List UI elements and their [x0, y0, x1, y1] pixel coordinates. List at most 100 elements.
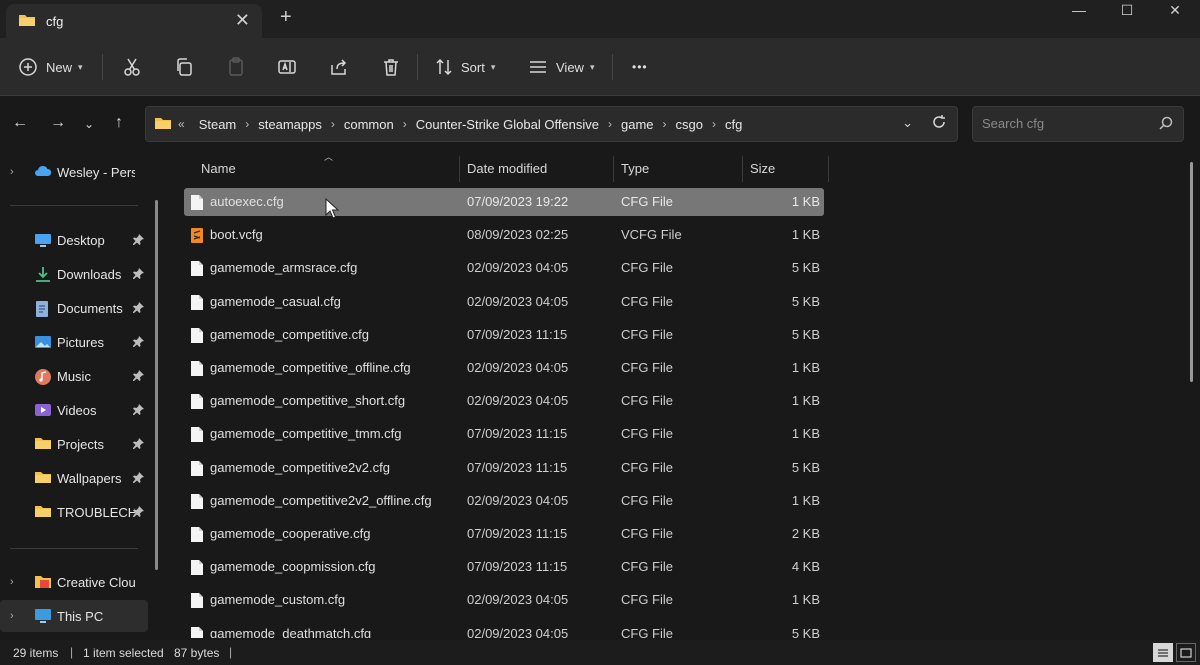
file-row[interactable]: gamemode_competitive.cfg 07/09/2023 11:15…: [184, 321, 824, 349]
sidebar-item-desktop[interactable]: Desktop: [0, 224, 148, 256]
breadcrumb-item[interactable]: Steam: [199, 117, 237, 132]
file-row[interactable]: gamemode_cooperative.cfg 07/09/2023 11:15…: [184, 520, 824, 548]
file-row[interactable]: gamemode_coopmission.cfg 07/09/2023 11:15…: [184, 553, 824, 581]
file-row[interactable]: autoexec.cfg 07/09/2023 19:22 CFG File 1 KB: [184, 188, 824, 216]
sidebar-item-creative-cloud-f[interactable]: › Creative Cloud F: [0, 566, 148, 598]
breadcrumb-chevron-icon[interactable]: ›: [663, 117, 667, 131]
column-divider[interactable]: [459, 156, 460, 182]
cut-button[interactable]: [122, 38, 142, 96]
sidebar-item-projects[interactable]: Projects: [0, 428, 148, 460]
mouse-cursor-icon: [325, 197, 341, 223]
recent-locations-chevron-icon[interactable]: ⌄: [84, 117, 94, 131]
expand-chevron-icon[interactable]: ›: [10, 166, 14, 178]
breadcrumb-item[interactable]: cfg: [725, 117, 742, 132]
breadcrumb-item[interactable]: csgo: [676, 117, 703, 132]
file-row[interactable]: gamemode_deathmatch.cfg 02/09/2023 04:05 C…: [184, 620, 824, 638]
close-tab-icon[interactable]: ✕: [235, 10, 250, 31]
file-icon: [190, 460, 204, 480]
file-name: gamemode_casual.cfg: [210, 293, 341, 309]
breadcrumb-chevron-icon[interactable]: ›: [712, 117, 716, 131]
sidebar-scrollbar[interactable]: [155, 200, 158, 570]
rename-button[interactable]: [277, 38, 297, 96]
pin-icon: [133, 404, 144, 418]
search-box[interactable]: [972, 106, 1184, 142]
column-divider[interactable]: [613, 156, 614, 182]
maximize-button[interactable]: ☐: [1104, 0, 1150, 24]
file-row[interactable]: gamemode_armsrace.cfg 02/09/2023 04:05 CFG…: [184, 254, 824, 282]
file-row[interactable]: gamemode_competitive2v2.cfg 07/09/2023 11…: [184, 454, 824, 482]
sidebar-item-wallpapers[interactable]: Wallpapers: [0, 462, 148, 494]
breadcrumb-chevron-icon[interactable]: ›: [608, 117, 612, 131]
file-name: gamemode_competitive_short.cfg: [210, 393, 406, 409]
breadcrumb-item[interactable]: game: [621, 117, 654, 132]
refresh-button[interactable]: [931, 114, 947, 133]
column-header-size[interactable]: Size: [750, 152, 775, 184]
more-options-button[interactable]: •••: [632, 38, 648, 96]
sidebar-item-label: This PC: [57, 609, 104, 624]
picture-icon: [34, 334, 52, 353]
folder-icon: [34, 436, 52, 453]
delete-button[interactable]: [381, 38, 401, 96]
file-size: 1 KB: [791, 227, 820, 243]
file-type: CFG File: [621, 194, 673, 209]
breadcrumb-chevron-icon[interactable]: ›: [245, 117, 249, 131]
file-row[interactable]: boot.vcfg 08/09/2023 02:25 VCFG File 1 KB: [184, 221, 824, 249]
back-button[interactable]: ←: [12, 114, 28, 132]
sidebar-item-videos[interactable]: Videos: [0, 394, 148, 426]
sort-icon: [436, 58, 452, 76]
breadcrumb-item[interactable]: steamapps: [258, 117, 322, 132]
column-divider[interactable]: [828, 156, 829, 182]
breadcrumb-item[interactable]: Counter-Strike Global Offensive: [416, 117, 599, 132]
copy-button[interactable]: [174, 38, 194, 96]
file-list-scrollbar[interactable]: [1190, 162, 1193, 382]
file-row[interactable]: gamemode_competitive_offline.cfg 02/09/20…: [184, 354, 824, 382]
expand-chevron-icon[interactable]: ›: [10, 576, 14, 588]
close-window-button[interactable]: ✕: [1152, 0, 1198, 24]
paste-button[interactable]: [226, 38, 246, 96]
forward-button[interactable]: →: [50, 114, 66, 132]
new-button[interactable]: New ▾: [18, 38, 83, 96]
music-icon: [34, 368, 52, 389]
file-name: boot.vcfg: [210, 227, 263, 243]
file-type: CFG File: [621, 559, 673, 575]
column-header-type[interactable]: Type: [621, 152, 649, 184]
minimize-button[interactable]: —: [1056, 0, 1102, 24]
file-date: 07/09/2023 11:15: [467, 559, 568, 575]
file-row[interactable]: gamemode_competitive2v2_offline.cfg 02/09…: [184, 487, 824, 515]
details-view-button[interactable]: [1153, 643, 1173, 662]
breadcrumb-overflow[interactable]: «: [178, 117, 185, 131]
column-header-name[interactable]: Name: [201, 152, 236, 184]
column-header-date[interactable]: Date modified: [467, 152, 547, 184]
file-row[interactable]: gamemode_competitive_short.cfg 02/09/2023…: [184, 387, 824, 415]
view-button[interactable]: View ▾: [528, 38, 594, 96]
sidebar-item-this-pc[interactable]: › This PC: [0, 600, 148, 632]
address-bar[interactable]: « Steam › steamapps › common › Counter-Strike …: [145, 106, 958, 142]
file-row[interactable]: gamemode_casual.cfg 02/09/2023 04:05 CFG F…: [184, 288, 824, 316]
sort-button[interactable]: Sort ▾: [434, 38, 495, 96]
sidebar-item-troublechu[interactable]: TROUBLECHU: [0, 496, 148, 528]
sidebar-item-pictures[interactable]: Pictures: [0, 326, 148, 358]
file-name: gamemode_competitive_offline.cfg: [210, 360, 411, 375]
title-bar: cfg ✕ + — ☐ ✕: [0, 0, 1200, 38]
share-button[interactable]: [329, 38, 349, 96]
sidebar-item-wesley-person[interactable]: › Wesley - Person: [0, 156, 148, 188]
up-button[interactable]: ↑: [115, 114, 123, 132]
sidebar-item-downloads[interactable]: Downloads: [0, 258, 148, 290]
breadcrumb-chevron-icon[interactable]: ›: [403, 117, 407, 131]
address-dropdown-chevron-icon[interactable]: ⌄: [902, 115, 913, 131]
sidebar-item-documents[interactable]: Documents: [0, 292, 148, 324]
breadcrumb-chevron-icon[interactable]: ›: [331, 117, 335, 131]
sort-label: Sort: [461, 59, 485, 75]
tab-cfg[interactable]: cfg ✕: [6, 4, 262, 38]
tiles-view-button[interactable]: [1176, 643, 1196, 662]
new-tab-button[interactable]: +: [280, 6, 292, 29]
search-input[interactable]: [982, 116, 1152, 131]
file-row[interactable]: gamemode_custom.cfg 02/09/2023 04:05 CFG F…: [184, 586, 824, 614]
breadcrumb-item[interactable]: common: [344, 117, 394, 132]
expand-chevron-icon[interactable]: ›: [10, 610, 14, 622]
sidebar-item-music[interactable]: Music: [0, 360, 148, 392]
desktop-icon: [34, 232, 52, 251]
column-divider[interactable]: [742, 156, 743, 182]
sublime-file-icon: [190, 227, 204, 247]
file-row[interactable]: gamemode_competitive_tmm.cfg 07/09/2023 1…: [184, 420, 824, 448]
